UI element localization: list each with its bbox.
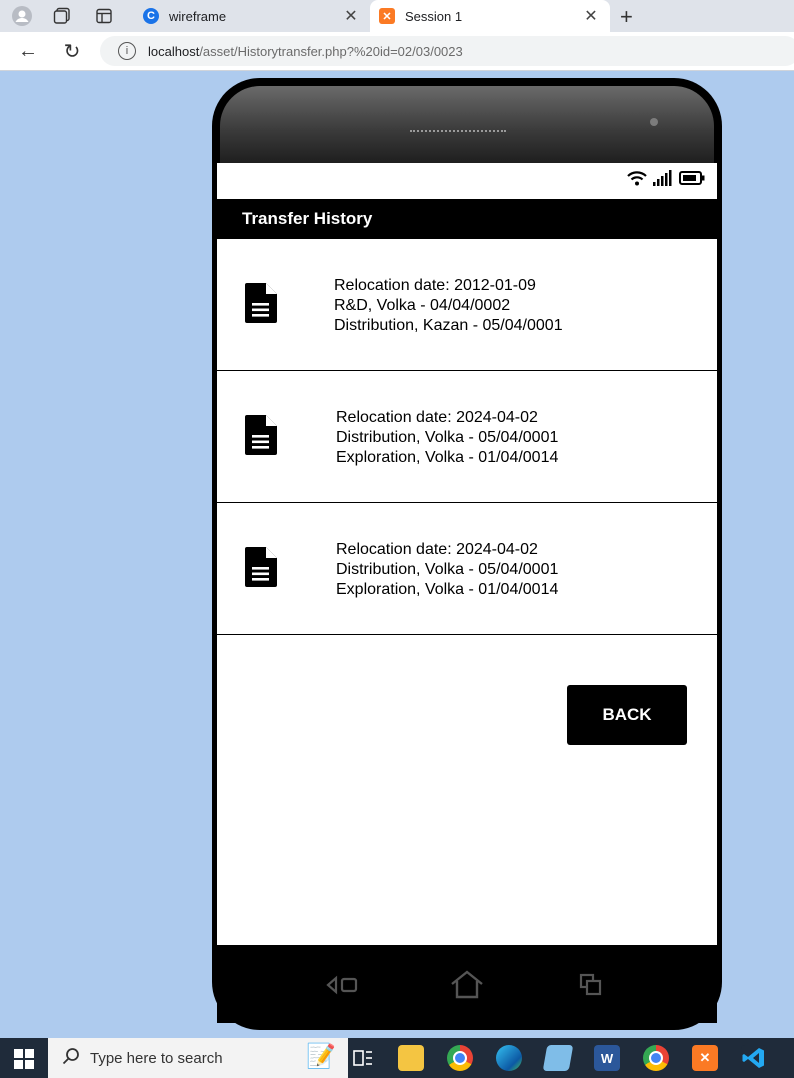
url-field[interactable]: i localhost/asset/Historytransfer.php?%2… bbox=[100, 36, 794, 66]
windows-start-icon[interactable] bbox=[14, 1049, 34, 1074]
app-header: Transfer History bbox=[217, 199, 717, 239]
phone-top-bezel bbox=[220, 86, 714, 166]
search-placeholder: Type here to search bbox=[90, 1049, 223, 1067]
site-info-icon[interactable]: i bbox=[118, 42, 136, 60]
transfer-card: Relocation date: 2024-04-02 Distribution… bbox=[217, 371, 717, 503]
phone-frame: Transfer History Relocation date: 2012-0… bbox=[212, 78, 722, 1030]
address-bar-row: ← ↻ i localhost/asset/Historytransfer.ph… bbox=[0, 32, 794, 71]
windows-taskbar: Type here to search 📝 W ✕ bbox=[0, 1038, 794, 1078]
back-button[interactable]: BACK bbox=[567, 685, 687, 745]
transfer-card: Relocation date: 2012-01-09 R&D, Volka -… bbox=[217, 239, 717, 371]
transfer-to: Exploration, Volka - 01/04/0014 bbox=[336, 581, 559, 598]
search-highlight-icon: 📝 bbox=[306, 1043, 336, 1070]
chrome-profile-icon[interactable] bbox=[643, 1045, 669, 1071]
word-icon[interactable]: W bbox=[594, 1045, 620, 1071]
workspaces-icon[interactable] bbox=[52, 6, 72, 26]
document-icon bbox=[245, 547, 277, 587]
transfer-card: Relocation date: 2024-04-02 Distribution… bbox=[217, 503, 717, 635]
speaker-grille bbox=[410, 130, 506, 138]
transfer-from: R&D, Volka - 04/04/0002 bbox=[334, 297, 511, 314]
tab-title: Session 1 bbox=[405, 8, 463, 24]
relocation-date: Relocation date: 2024-04-02 bbox=[336, 541, 538, 558]
xampp-icon: ✕ bbox=[379, 8, 395, 24]
xampp-icon[interactable]: ✕ bbox=[692, 1045, 718, 1071]
taskbar-search[interactable]: Type here to search 📝 bbox=[48, 1038, 348, 1078]
transfer-to: Distribution, Kazan - 05/04/0001 bbox=[334, 317, 563, 334]
search-icon bbox=[62, 1047, 80, 1070]
vscode-icon[interactable] bbox=[741, 1045, 767, 1071]
phone-screen: Transfer History Relocation date: 2012-0… bbox=[217, 163, 717, 945]
browser-tab-bar: C wireframe ✕ ✕ Session 1 ✕ + bbox=[0, 0, 794, 32]
page-title: Transfer History bbox=[242, 209, 373, 228]
file-explorer-icon[interactable] bbox=[398, 1045, 424, 1071]
url-path: /asset/Historytransfer.php?%20id=02/03/0… bbox=[199, 43, 463, 59]
tab-session-1[interactable]: ✕ Session 1 ✕ bbox=[370, 0, 610, 32]
relocation-date: Relocation date: 2024-04-02 bbox=[336, 409, 538, 426]
copilot-icon: C bbox=[143, 8, 159, 24]
transfer-from: Distribution, Volka - 05/04/0001 bbox=[336, 561, 559, 578]
close-tab-icon[interactable]: ✕ bbox=[340, 6, 362, 26]
phone-nav-bar bbox=[217, 945, 717, 1023]
edge-icon[interactable] bbox=[496, 1045, 522, 1071]
status-bar bbox=[217, 163, 717, 199]
task-view-icon[interactable] bbox=[350, 1045, 376, 1071]
document-icon bbox=[245, 283, 277, 323]
notepad-icon[interactable] bbox=[542, 1045, 574, 1071]
close-tab-icon[interactable]: ✕ bbox=[580, 6, 602, 26]
signal-icon bbox=[653, 170, 672, 186]
relocation-date: Relocation date: 2012-01-09 bbox=[334, 277, 536, 294]
new-tab-button[interactable]: + bbox=[620, 4, 633, 30]
transfer-to: Exploration, Volka - 01/04/0014 bbox=[336, 449, 559, 466]
tab-actions-icon[interactable] bbox=[94, 6, 114, 26]
recent-apps-back-icon[interactable] bbox=[325, 967, 361, 1003]
battery-icon bbox=[679, 171, 705, 185]
tab-wireframe[interactable]: C wireframe ✕ bbox=[134, 0, 370, 32]
overview-icon[interactable] bbox=[573, 967, 609, 1003]
url-host: localhost bbox=[148, 43, 200, 59]
chrome-icon[interactable] bbox=[447, 1045, 473, 1071]
transfer-from: Distribution, Volka - 05/04/0001 bbox=[336, 429, 559, 446]
reload-icon[interactable]: ↻ bbox=[60, 39, 84, 63]
tab-title: wireframe bbox=[169, 8, 227, 24]
document-icon bbox=[245, 415, 277, 455]
back-arrow-icon[interactable]: ← bbox=[16, 39, 40, 63]
wifi-icon bbox=[627, 171, 647, 186]
camera-icon bbox=[650, 118, 658, 126]
home-icon[interactable] bbox=[449, 967, 485, 1003]
profile-icon[interactable] bbox=[12, 6, 32, 26]
